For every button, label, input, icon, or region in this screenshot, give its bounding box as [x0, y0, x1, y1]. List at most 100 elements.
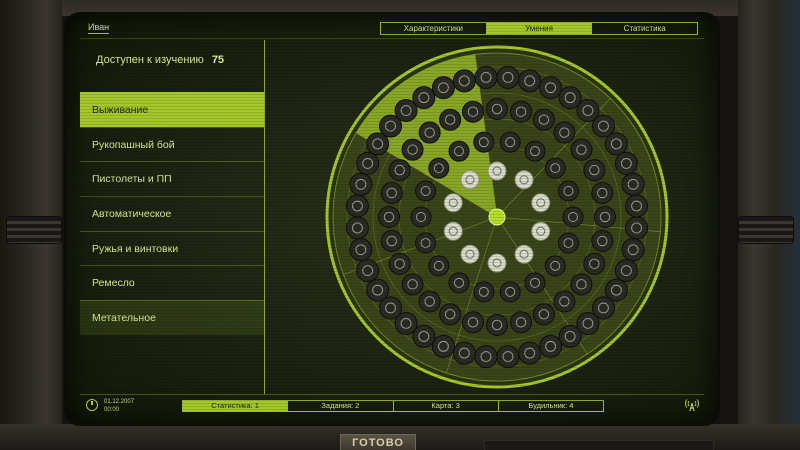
skill-icon [401, 273, 424, 296]
skill-icon [415, 232, 437, 254]
skill-icon [544, 255, 566, 277]
skill-icon [621, 172, 645, 196]
skill-icon [418, 121, 441, 144]
skill-icon [591, 230, 614, 253]
skill-icon [388, 252, 411, 275]
skill-icon [557, 232, 579, 254]
available-points-value: 75 [211, 54, 225, 66]
skill-icon [614, 151, 638, 175]
skill-icon [474, 345, 498, 369]
category-throwing[interactable]: Метательное [80, 300, 264, 335]
skill-icon [532, 108, 555, 131]
skill-icon [524, 272, 546, 294]
skill-icon [460, 244, 480, 264]
tab-statistics[interactable]: Статистика [592, 23, 697, 34]
skill-icon [349, 238, 373, 262]
status-map[interactable]: Карта: 3 [394, 401, 499, 411]
main-tabs: Характеристики Умения Статистика [380, 22, 698, 35]
status-tasks[interactable]: Задания: 2 [288, 401, 394, 411]
skill-icon [380, 181, 403, 204]
skill-icon [428, 157, 450, 179]
skill-icon [487, 253, 507, 273]
skill-icon [621, 238, 645, 262]
skill-icon [544, 157, 566, 179]
character-name-tab[interactable]: Иван [88, 22, 110, 34]
status-alarm[interactable]: Будильник: 4 [499, 401, 603, 411]
skill-icon [510, 311, 533, 334]
category-melee[interactable]: Рукопашный бой [80, 126, 264, 162]
skill-icon [431, 334, 455, 358]
category-pistols-smg[interactable]: Пистолеты и ПП [80, 161, 264, 196]
skill-icon [345, 194, 369, 218]
skill-icon [531, 221, 551, 241]
skill-icon [583, 252, 606, 275]
skill-icon [486, 314, 508, 336]
date-time: 01.12.2007 00:00 [104, 398, 134, 414]
available-points: Доступен к изучению 75 [96, 54, 224, 66]
category-automatic[interactable]: Автоматическое [80, 196, 264, 231]
skill-icon [415, 180, 437, 202]
tab-skills[interactable]: Умения [486, 23, 593, 34]
skill-icon [562, 206, 584, 228]
skill-icon [473, 131, 495, 153]
status-bar: Статистика: 1 Задания: 2 Карта: 3 Будиль… [182, 400, 604, 412]
skill-icon [388, 159, 411, 182]
skill-icon [448, 140, 470, 162]
done-button[interactable]: ГОТОВО [340, 434, 416, 450]
category-crafting[interactable]: Ремесло [80, 265, 264, 300]
skill-icon [570, 138, 593, 161]
skill-icon [496, 65, 520, 89]
skill-icon [557, 180, 579, 202]
pda-screen: Иван Характеристики Умения Статистика До… [66, 14, 718, 424]
available-points-label: Доступен к изучению [96, 54, 204, 66]
status-statistics[interactable]: Статистика: 1 [183, 401, 289, 411]
left-hinge [6, 216, 62, 244]
signal-icon [685, 399, 699, 411]
skill-icon [594, 206, 616, 228]
skill-icon [531, 193, 551, 213]
skill-icon [558, 324, 582, 348]
category-survival[interactable]: Выживание [80, 92, 264, 127]
skill-icon [431, 76, 455, 100]
bottom-divider [80, 394, 704, 395]
skill-icon [539, 76, 563, 100]
date-readout: 01.12.2007 [104, 399, 135, 405]
panel-divider [264, 40, 265, 394]
skill-icon [499, 281, 521, 303]
skill-icon [460, 170, 480, 190]
skill-icon [625, 216, 649, 240]
skill-icon [461, 100, 484, 123]
top-divider [80, 38, 704, 39]
tab-characteristics[interactable]: Характеристики [381, 23, 487, 34]
skill-icon [570, 273, 593, 296]
skill-icon [439, 108, 462, 131]
bottom-panel [484, 440, 714, 450]
skill-icon [518, 69, 542, 93]
skill-icon [378, 206, 400, 228]
skill-icon [349, 172, 373, 196]
skill-icon [461, 311, 484, 334]
clock-icon [86, 399, 98, 411]
category-rifles[interactable]: Ружья и винтовки [80, 230, 264, 266]
skill-icon [496, 345, 520, 369]
skill-icon [443, 193, 463, 213]
skill-icon [514, 244, 534, 264]
skill-icon [448, 272, 470, 294]
skill-icon [474, 65, 498, 89]
skill-icon [439, 303, 462, 326]
skill-icon [473, 281, 495, 303]
skill-icon [532, 303, 555, 326]
skill-icon [553, 290, 576, 313]
right-hinge [738, 216, 794, 244]
skill-category-list: Выживание Рукопашный бой Пистолеты и ПП … [80, 92, 264, 335]
skill-icon [356, 151, 380, 175]
skill-icon [583, 159, 606, 182]
skill-icon [553, 121, 576, 144]
skill-icon [380, 230, 403, 253]
skill-icon [510, 100, 533, 123]
time-readout: 00:00 [104, 407, 120, 413]
skill-icon [443, 221, 463, 241]
skill-icon [514, 170, 534, 190]
skill-icon [604, 132, 628, 156]
skill-wheel [325, 45, 669, 389]
